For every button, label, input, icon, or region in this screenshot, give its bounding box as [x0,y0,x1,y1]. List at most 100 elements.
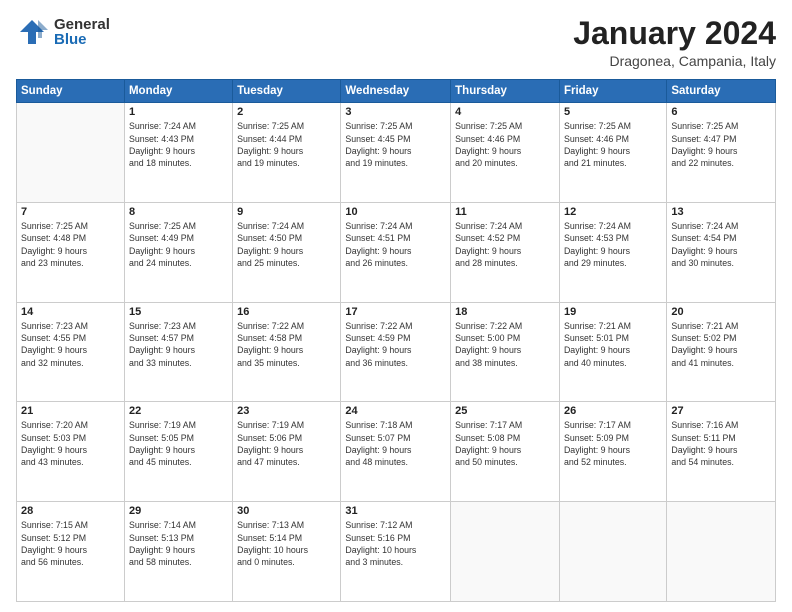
day-number: 3 [345,106,446,118]
day-info: Sunrise: 7:20 AM Sunset: 5:03 PM Dayligh… [21,419,120,468]
day-number: 7 [21,206,120,218]
day-number: 28 [21,505,120,517]
calendar-cell: 21 Sunrise: 7:20 AM Sunset: 5:03 PM Dayli… [17,402,125,502]
logo: General Blue [16,16,110,48]
day-info: Sunrise: 7:19 AM Sunset: 5:06 PM Dayligh… [237,419,336,468]
calendar-cell: 24 Sunrise: 7:18 AM Sunset: 5:07 PM Dayli… [341,402,451,502]
day-info: Sunrise: 7:24 AM Sunset: 4:53 PM Dayligh… [564,220,662,269]
day-info: Sunrise: 7:25 AM Sunset: 4:45 PM Dayligh… [345,120,446,169]
calendar-cell: 2 Sunrise: 7:25 AM Sunset: 4:44 PM Daylig… [233,103,341,203]
day-info: Sunrise: 7:24 AM Sunset: 4:43 PM Dayligh… [129,120,228,169]
calendar-cell: 16 Sunrise: 7:22 AM Sunset: 4:58 PM Dayli… [233,302,341,402]
calendar-week-row: 7 Sunrise: 7:25 AM Sunset: 4:48 PM Daylig… [17,202,776,302]
day-info: Sunrise: 7:19 AM Sunset: 5:05 PM Dayligh… [129,419,228,468]
calendar-cell: 20Sunrise: 7:21 AM Sunset: 5:02 PM Dayli… [667,302,776,402]
calendar-cell: 26 Sunrise: 7:17 AM Sunset: 5:09 PM Dayli… [559,402,666,502]
day-info: Sunrise: 7:23 AM Sunset: 4:55 PM Dayligh… [21,320,120,369]
day-info: Sunrise: 7:13 AM Sunset: 5:14 PM Dayligh… [237,519,336,568]
day-info: Sunrise: 7:12 AM Sunset: 5:16 PM Dayligh… [345,519,446,568]
day-number: 18 [455,306,555,318]
calendar-cell: 13 Sunrise: 7:24 AM Sunset: 4:54 PM Dayli… [667,202,776,302]
day-info: Sunrise: 7:21 AM Sunset: 5:01 PM Dayligh… [564,320,662,369]
day-header: Thursday [451,80,560,103]
calendar-week-row: 28 Sunrise: 7:15 AM Sunset: 5:12 PM Dayli… [17,502,776,602]
day-number: 5 [564,106,662,118]
day-info: Sunrise: 7:24 AM Sunset: 4:54 PM Dayligh… [671,220,771,269]
day-number: 16 [237,306,336,318]
day-info: Sunrise: 7:24 AM Sunset: 4:50 PM Dayligh… [237,220,336,269]
logo-icon [16,16,48,48]
day-info: Sunrise: 7:22 AM Sunset: 5:00 PM Dayligh… [455,320,555,369]
day-number: 14 [21,306,120,318]
day-number: 24 [345,405,446,417]
calendar-cell: 12 Sunrise: 7:24 AM Sunset: 4:53 PM Dayli… [559,202,666,302]
day-info: Sunrise: 7:14 AM Sunset: 5:13 PM Dayligh… [129,519,228,568]
day-info: Sunrise: 7:25 AM Sunset: 4:44 PM Dayligh… [237,120,336,169]
day-info: Sunrise: 7:15 AM Sunset: 5:12 PM Dayligh… [21,519,120,568]
day-info: Sunrise: 7:25 AM Sunset: 4:48 PM Dayligh… [21,220,120,269]
day-number: 15 [129,306,228,318]
calendar-cell: 8Sunrise: 7:25 AM Sunset: 4:49 PM Daylig… [124,202,232,302]
calendar-cell: 5Sunrise: 7:25 AM Sunset: 4:46 PM Daylig… [559,103,666,203]
calendar-cell: 28 Sunrise: 7:15 AM Sunset: 5:12 PM Dayli… [17,502,125,602]
calendar-cell: 25 Sunrise: 7:17 AM Sunset: 5:08 PM Dayli… [451,402,560,502]
title-block: January 2024 Dragonea, Campania, Italy [573,16,776,69]
day-info: Sunrise: 7:21 AM Sunset: 5:02 PM Dayligh… [671,320,771,369]
calendar-cell: 30 Sunrise: 7:13 AM Sunset: 5:14 PM Dayli… [233,502,341,602]
day-info: Sunrise: 7:25 AM Sunset: 4:47 PM Dayligh… [671,120,771,169]
day-number: 27 [671,405,771,417]
day-number: 10 [345,206,446,218]
calendar-cell [17,103,125,203]
day-number: 13 [671,206,771,218]
calendar-cell: 14 Sunrise: 7:23 AM Sunset: 4:55 PM Dayli… [17,302,125,402]
calendar-cell: 19 Sunrise: 7:21 AM Sunset: 5:01 PM Dayli… [559,302,666,402]
day-info: Sunrise: 7:22 AM Sunset: 4:58 PM Dayligh… [237,320,336,369]
calendar-cell: 1 Sunrise: 7:24 AM Sunset: 4:43 PM Daylig… [124,103,232,203]
day-number: 12 [564,206,662,218]
logo-general-text: General [54,17,110,32]
day-number: 23 [237,405,336,417]
day-number: 21 [21,405,120,417]
calendar-cell: 15 Sunrise: 7:23 AM Sunset: 4:57 PM Dayli… [124,302,232,402]
day-info: Sunrise: 7:22 AM Sunset: 4:59 PM Dayligh… [345,320,446,369]
day-number: 11 [455,206,555,218]
day-info: Sunrise: 7:16 AM Sunset: 5:11 PM Dayligh… [671,419,771,468]
day-header: Wednesday [341,80,451,103]
day-number: 4 [455,106,555,118]
location: Dragonea, Campania, Italy [573,53,776,69]
calendar-cell: 27 Sunrise: 7:16 AM Sunset: 5:11 PM Dayli… [667,402,776,502]
page: General Blue January 2024 Dragonea, Camp… [0,0,792,612]
calendar-cell: 3 Sunrise: 7:25 AM Sunset: 4:45 PM Daylig… [341,103,451,203]
day-info: Sunrise: 7:24 AM Sunset: 4:51 PM Dayligh… [345,220,446,269]
logo-text: General Blue [54,17,110,47]
day-info: Sunrise: 7:18 AM Sunset: 5:07 PM Dayligh… [345,419,446,468]
day-number: 8 [129,206,228,218]
day-number: 31 [345,505,446,517]
month-title: January 2024 [573,16,776,51]
day-number: 17 [345,306,446,318]
day-number: 30 [237,505,336,517]
calendar-cell: 22 Sunrise: 7:19 AM Sunset: 5:05 PM Dayli… [124,402,232,502]
day-info: Sunrise: 7:25 AM Sunset: 4:46 PM Dayligh… [455,120,555,169]
day-header: Saturday [667,80,776,103]
day-info: Sunrise: 7:17 AM Sunset: 5:09 PM Dayligh… [564,419,662,468]
day-number: 25 [455,405,555,417]
calendar-cell [451,502,560,602]
day-number: 9 [237,206,336,218]
calendar-cell: 6Sunrise: 7:25 AM Sunset: 4:47 PM Daylig… [667,103,776,203]
calendar-cell: 17 Sunrise: 7:22 AM Sunset: 4:59 PM Dayli… [341,302,451,402]
calendar-week-row: 1 Sunrise: 7:24 AM Sunset: 4:43 PM Daylig… [17,103,776,203]
day-info: Sunrise: 7:17 AM Sunset: 5:08 PM Dayligh… [455,419,555,468]
day-info: Sunrise: 7:23 AM Sunset: 4:57 PM Dayligh… [129,320,228,369]
calendar-table: SundayMondayTuesdayWednesdayThursdayFrid… [16,79,776,602]
header: General Blue January 2024 Dragonea, Camp… [16,16,776,69]
day-header: Monday [124,80,232,103]
day-number: 19 [564,306,662,318]
calendar-week-row: 14 Sunrise: 7:23 AM Sunset: 4:55 PM Dayli… [17,302,776,402]
day-number: 26 [564,405,662,417]
day-number: 1 [129,106,228,118]
day-number: 2 [237,106,336,118]
calendar-week-row: 21 Sunrise: 7:20 AM Sunset: 5:03 PM Dayli… [17,402,776,502]
day-number: 22 [129,405,228,417]
calendar-cell: 29Sunrise: 7:14 AM Sunset: 5:13 PM Dayli… [124,502,232,602]
